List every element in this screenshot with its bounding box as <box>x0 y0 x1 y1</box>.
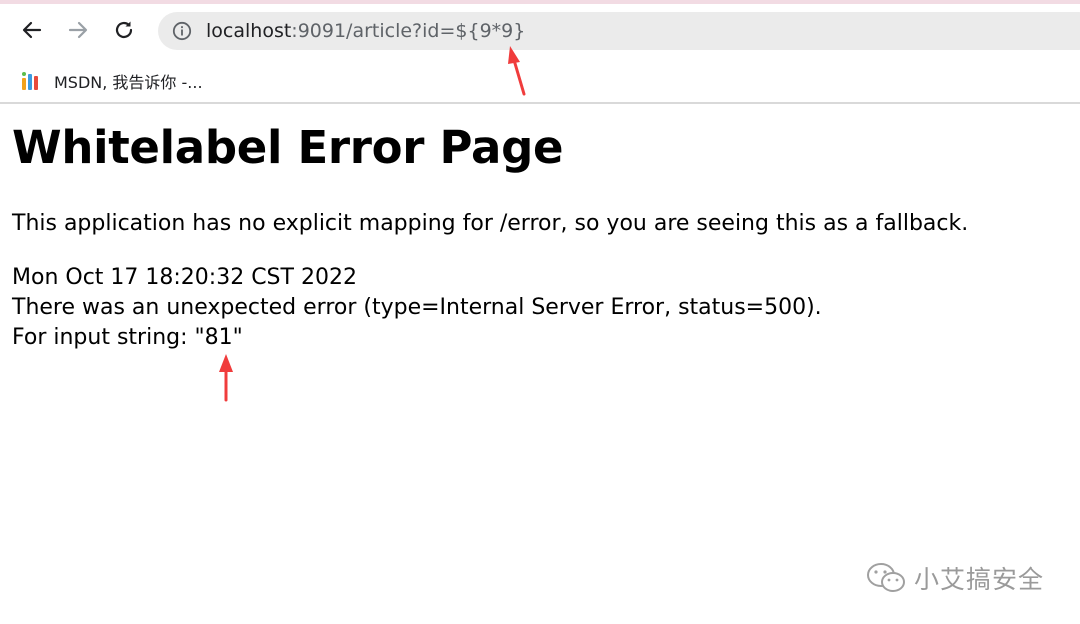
bookmark-label: MSDN, 我告诉你 -... <box>54 73 203 92</box>
error-timestamp: Mon Oct 17 18:20:32 CST 2022 <box>12 265 357 290</box>
url-path: :9091/article?id=${9*9} <box>291 20 526 42</box>
info-icon[interactable] <box>172 21 192 41</box>
annotation-arrow-icon <box>219 354 233 402</box>
watermark: 小艾搞安全 <box>866 560 1044 596</box>
fallback-message: This application has no explicit mapping… <box>12 211 969 236</box>
page-title: Whitelabel Error Page <box>12 121 564 174</box>
address-bar[interactable]: localhost:9091/article?id=${9*9} <box>158 12 1080 50</box>
error-status: There was an unexpected error (type=Inte… <box>12 295 822 320</box>
arrow-left-icon <box>22 21 42 39</box>
arrow-right-icon <box>68 21 88 39</box>
browser-toolbar: localhost:9091/article?id=${9*9} <box>0 4 1080 60</box>
watermark-label: 小艾搞安全 <box>914 565 1045 594</box>
reload-button[interactable] <box>108 14 140 46</box>
back-button[interactable] <box>16 14 48 46</box>
annotation-arrow-icon <box>508 46 526 96</box>
error-exception: For input string: "81" <box>12 325 243 350</box>
bookmark-item[interactable]: MSDN, 我告诉你 -... <box>20 66 203 96</box>
wechat-icon <box>867 563 905 592</box>
error-page-content: Whitelabel Error Page This application h… <box>12 118 1062 350</box>
forward-button[interactable] <box>62 14 94 46</box>
url-text[interactable]: localhost:9091/article?id=${9*9} <box>206 20 525 42</box>
url-host: localhost <box>206 20 292 42</box>
reload-icon <box>115 21 133 39</box>
error-details: Mon Oct 17 18:20:32 CST 2022 There was a… <box>12 263 822 353</box>
msdn-favicon-icon <box>22 72 38 90</box>
bookmarks-bar: MSDN, 我告诉你 -... <box>0 60 1080 104</box>
